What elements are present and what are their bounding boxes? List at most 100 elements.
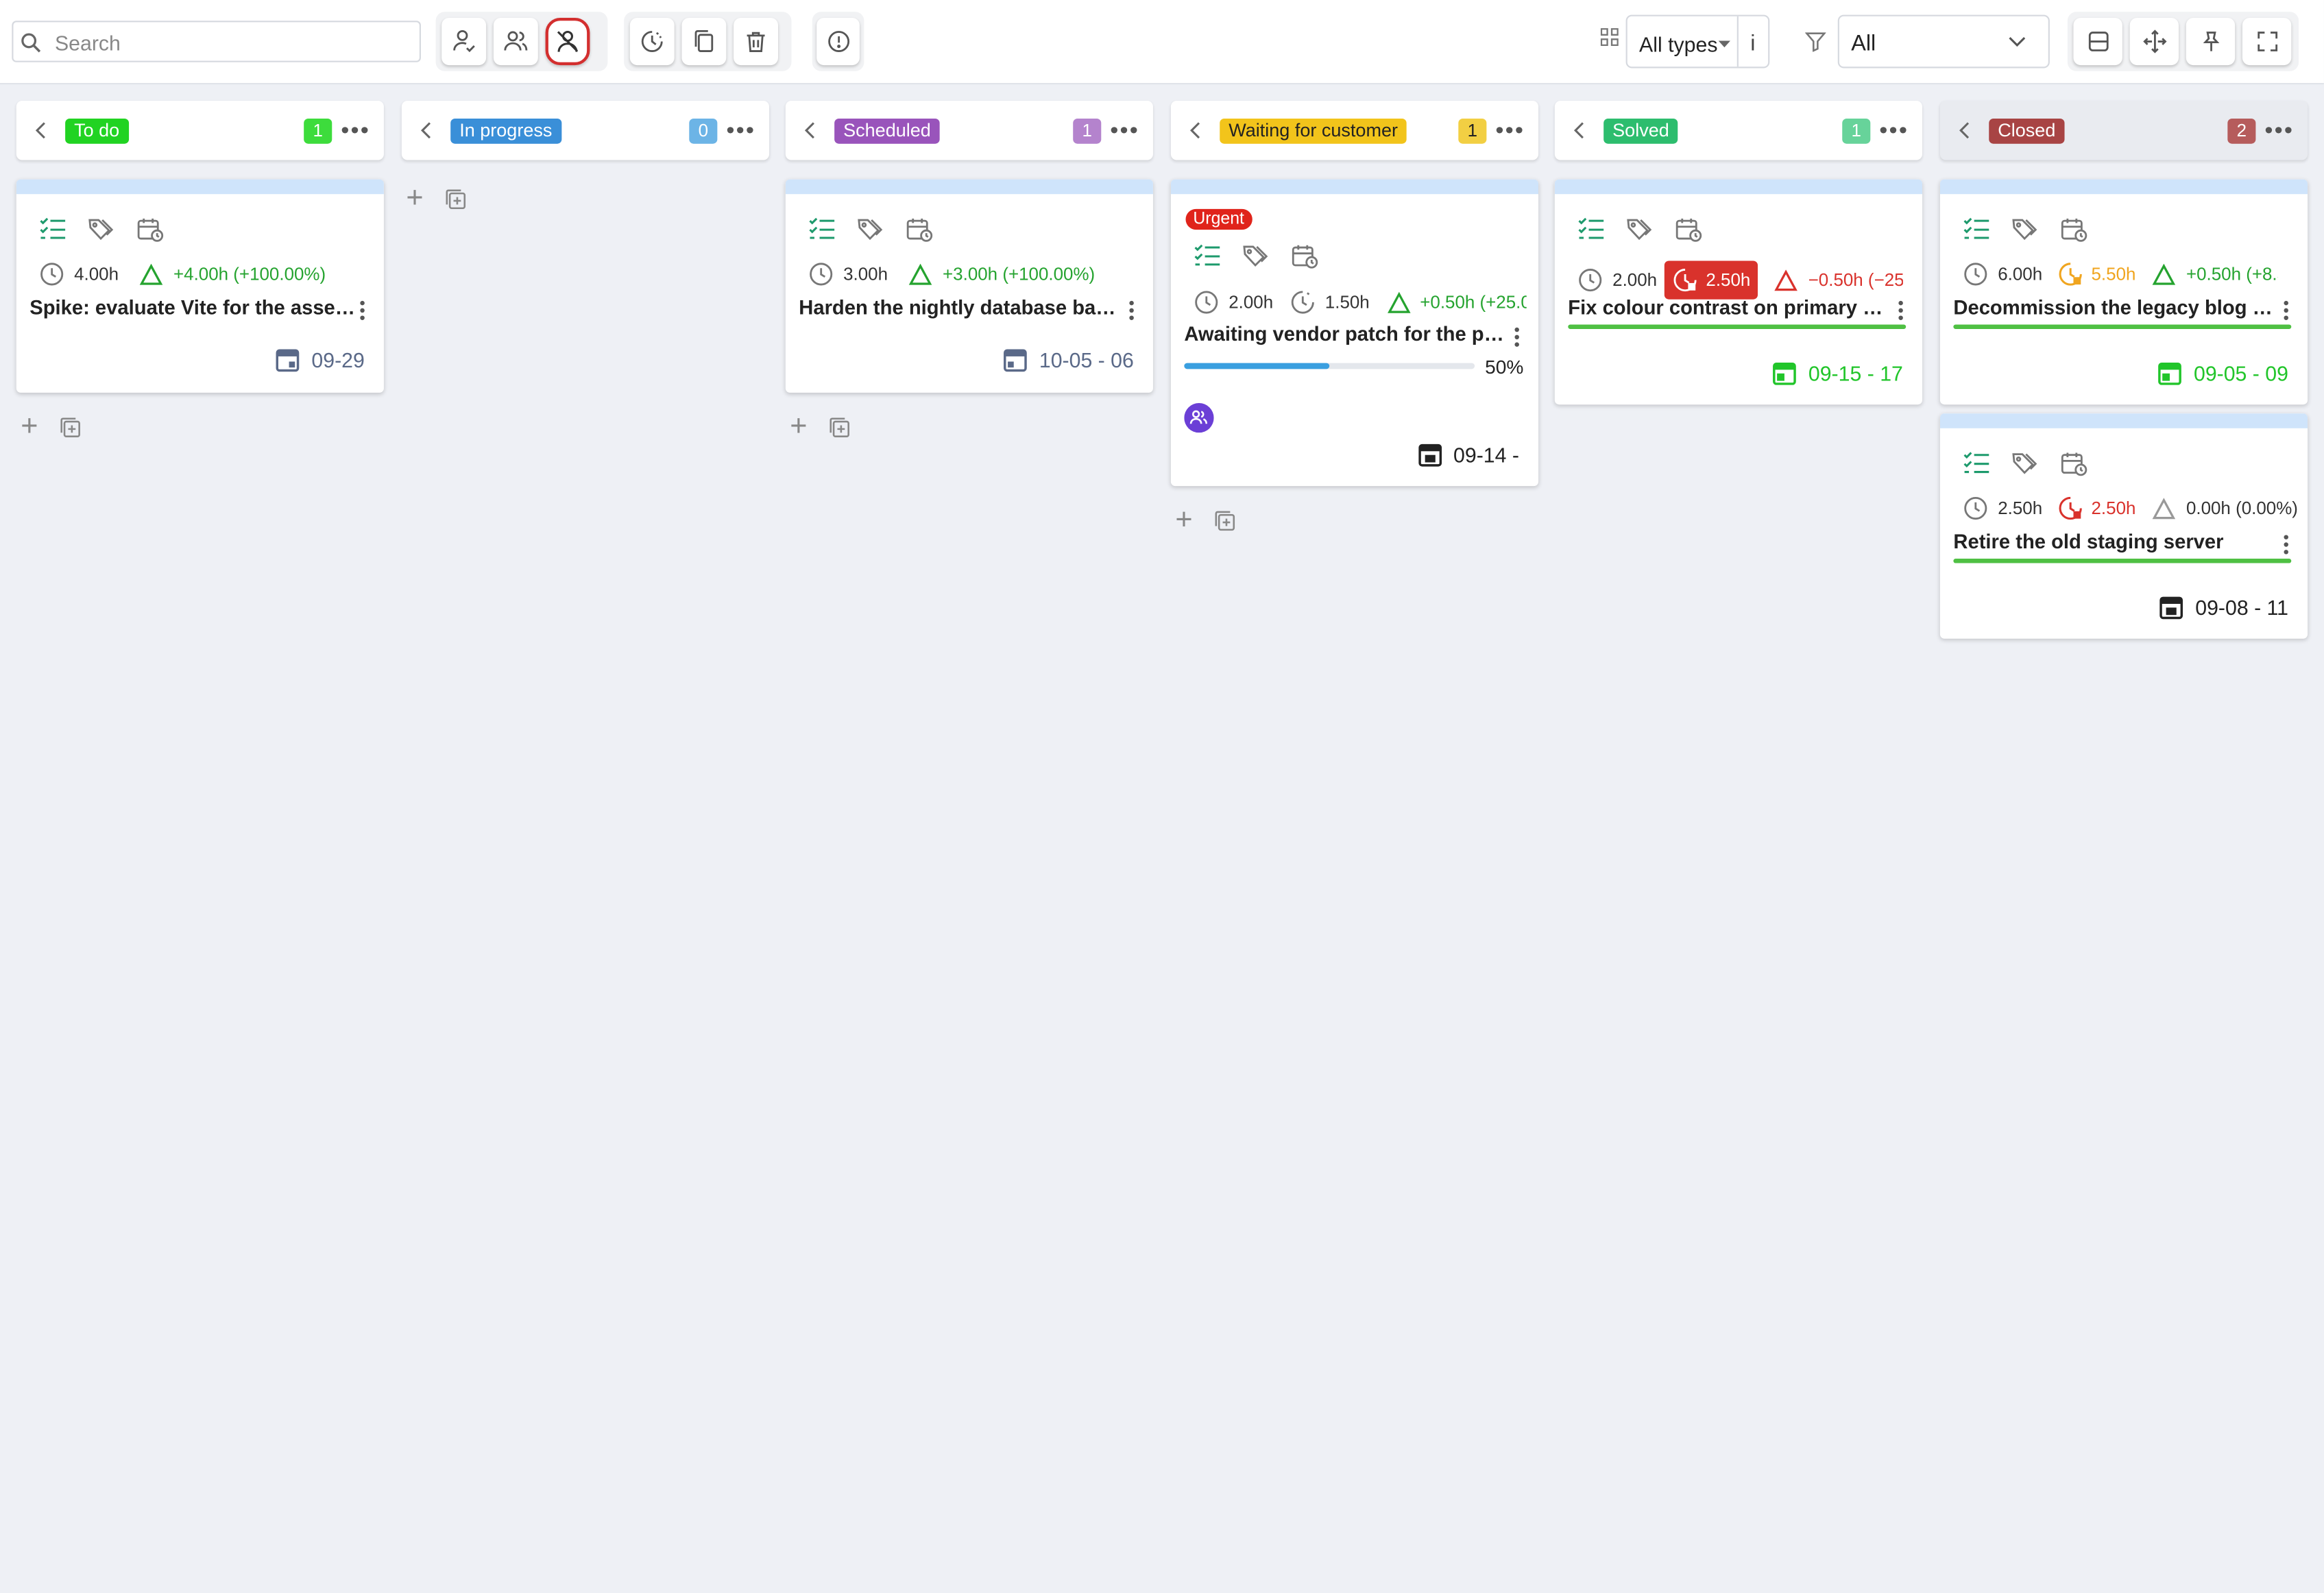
add-task-icon[interactable]: + bbox=[406, 182, 423, 217]
add-template-icon[interactable] bbox=[444, 189, 466, 210]
more-options-icon[interactable]: ••• bbox=[341, 119, 370, 145]
delta-value: +3.00h (+100.00%) bbox=[943, 263, 1096, 285]
history-button[interactable] bbox=[629, 17, 675, 66]
search-box[interactable] bbox=[12, 21, 421, 62]
calendar-clock-icon[interactable] bbox=[1291, 243, 1319, 270]
user-off-icon bbox=[557, 30, 579, 52]
card-title[interactable]: Fix colour contrast on primary buttons bbox=[1568, 296, 1894, 318]
calendar-clock-icon[interactable] bbox=[2060, 450, 2088, 477]
due-date-value: 09-14 - bbox=[1453, 442, 1519, 466]
calendar-clock-icon[interactable] bbox=[136, 217, 165, 243]
chevron-left-icon[interactable] bbox=[803, 120, 819, 141]
task-card[interactable]: Urgent 2.00h 1.50h +0.50h (+25.00%) Awai… bbox=[1170, 179, 1539, 487]
delete-button[interactable] bbox=[734, 17, 778, 66]
team-avatar-icon[interactable] bbox=[1184, 403, 1214, 433]
card-menu-icon[interactable] bbox=[1514, 327, 1521, 350]
tags-icon[interactable] bbox=[2011, 217, 2039, 242]
delta-icon bbox=[2152, 263, 2176, 284]
column-scheduled: Scheduled 1 ••• 3.00h +3.00h (+100.00%) … bbox=[785, 101, 1153, 443]
add-task-icon[interactable]: + bbox=[1175, 504, 1192, 538]
completed-bar bbox=[1953, 324, 2292, 329]
column-header: To do 1 ••• bbox=[16, 101, 384, 160]
fullscreen-icon bbox=[2257, 32, 2277, 51]
task-card[interactable]: 3.00h +3.00h (+100.00%) Harden the night… bbox=[785, 179, 1153, 393]
spent-value: 1.50h bbox=[1324, 291, 1370, 313]
tags-icon[interactable] bbox=[1242, 243, 1270, 269]
caret-down-icon bbox=[1718, 40, 1731, 48]
tags-icon[interactable] bbox=[88, 217, 116, 242]
delta-icon bbox=[908, 263, 932, 284]
chevron-left-icon[interactable] bbox=[1573, 120, 1588, 141]
type-select[interactable]: All types i bbox=[1625, 14, 1770, 69]
add-task-icon[interactable]: + bbox=[21, 411, 38, 445]
card-title[interactable]: Decommission the legacy blog archive bbox=[1953, 296, 2279, 318]
calendar-clock-icon[interactable] bbox=[1675, 217, 1703, 243]
card-color-bar bbox=[1170, 179, 1539, 195]
more-options-icon[interactable]: ••• bbox=[726, 119, 755, 145]
time-spent-icon bbox=[1291, 291, 1314, 314]
column-in-progress: In progress 0 ••• + bbox=[401, 101, 770, 215]
more-options-icon[interactable]: ••• bbox=[1495, 119, 1525, 145]
chevron-left-icon[interactable] bbox=[1189, 120, 1204, 141]
duplicate-button[interactable] bbox=[681, 17, 727, 66]
estimate-value: 2.00h bbox=[1612, 269, 1658, 291]
clock-icon bbox=[1195, 291, 1218, 314]
add-template-icon[interactable] bbox=[59, 416, 81, 438]
add-template-icon[interactable] bbox=[1213, 510, 1235, 532]
chevron-left-icon[interactable] bbox=[1958, 120, 1973, 141]
my-tasks-button[interactable] bbox=[441, 17, 487, 66]
alert-button[interactable] bbox=[816, 17, 860, 66]
task-card[interactable]: 2.00h 2.50h −0.50h (−25.00%) Fix colour … bbox=[1554, 179, 1922, 405]
time-stats: 2.00h 1.50h +0.50h (+25.00%) bbox=[1193, 289, 1527, 316]
unassigned-tasks-button[interactable] bbox=[545, 17, 590, 66]
card-menu-icon[interactable] bbox=[2284, 535, 2290, 557]
checklist-icon[interactable] bbox=[38, 217, 66, 242]
tags-icon[interactable] bbox=[857, 217, 885, 242]
add-row: + bbox=[406, 182, 466, 217]
tags-icon[interactable] bbox=[1626, 217, 1654, 242]
column-status-label: Closed bbox=[1989, 118, 2065, 144]
card-menu-icon[interactable] bbox=[2284, 300, 2290, 323]
swimlane-button[interactable] bbox=[2129, 17, 2179, 66]
chevron-left-icon[interactable] bbox=[34, 120, 49, 141]
checklist-icon[interactable] bbox=[1962, 217, 1990, 242]
card-color-bar bbox=[1939, 179, 2308, 195]
more-options-icon[interactable]: ••• bbox=[2264, 119, 2294, 145]
task-card[interactable]: 6.00h 5.50h +0.50h (+8.33%) Decommission… bbox=[1939, 179, 2308, 405]
card-menu-icon[interactable] bbox=[1898, 300, 1904, 323]
column-status-label: Scheduled bbox=[834, 118, 940, 144]
status-filter-select[interactable]: All bbox=[1837, 14, 2050, 69]
card-menu-icon[interactable] bbox=[360, 300, 366, 323]
calendar-clock-icon[interactable] bbox=[2060, 217, 2088, 243]
card-menu-icon[interactable] bbox=[1129, 300, 1135, 323]
add-task-icon[interactable]: + bbox=[790, 411, 807, 445]
pin-button[interactable] bbox=[2186, 17, 2236, 66]
tags-icon[interactable] bbox=[2011, 450, 2039, 476]
card-title[interactable]: Awaiting vendor patch for the payment ga… bbox=[1184, 323, 1510, 345]
progress-fill bbox=[1184, 363, 1330, 369]
priority-badge: Urgent bbox=[1185, 208, 1252, 230]
more-options-icon[interactable]: ••• bbox=[1110, 119, 1139, 145]
team-tasks-button[interactable] bbox=[493, 17, 538, 66]
chevron-left-icon[interactable] bbox=[420, 120, 435, 141]
view-options-group bbox=[2067, 12, 2299, 71]
add-template-icon[interactable] bbox=[828, 416, 850, 438]
card-title[interactable]: Spike: evaluate Vite for the asset pipel… bbox=[29, 296, 356, 318]
fullscreen-button[interactable] bbox=[2242, 17, 2292, 66]
calendar-clock-icon[interactable] bbox=[906, 217, 934, 243]
checklist-icon[interactable] bbox=[1962, 450, 1990, 476]
checklist-icon[interactable] bbox=[808, 217, 836, 242]
column-count-badge: 1 bbox=[1073, 118, 1102, 144]
task-card[interactable]: 4.00h +4.00h (+100.00%) Spike: evaluate … bbox=[16, 179, 384, 393]
card-title[interactable]: Retire the old staging server bbox=[1953, 531, 2279, 552]
search-input[interactable] bbox=[51, 26, 414, 60]
column-todo: To do 1 ••• 4.00h +4.00h (+100.00%) Spik… bbox=[16, 101, 384, 443]
checklist-icon[interactable] bbox=[1577, 217, 1605, 242]
more-options-icon[interactable]: ••• bbox=[1879, 119, 1909, 145]
time-stats: 2.00h 2.50h −0.50h (−25.00%) bbox=[1577, 260, 1903, 300]
info-button[interactable]: i bbox=[1750, 31, 1755, 56]
card-title[interactable]: Harden the nightly database backup job bbox=[799, 296, 1125, 318]
compact-view-button[interactable] bbox=[2073, 17, 2122, 66]
task-card[interactable]: 2.50h 2.50h 0.00h (0.00%) Retire the old… bbox=[1939, 413, 2308, 639]
checklist-icon[interactable] bbox=[1193, 243, 1221, 269]
